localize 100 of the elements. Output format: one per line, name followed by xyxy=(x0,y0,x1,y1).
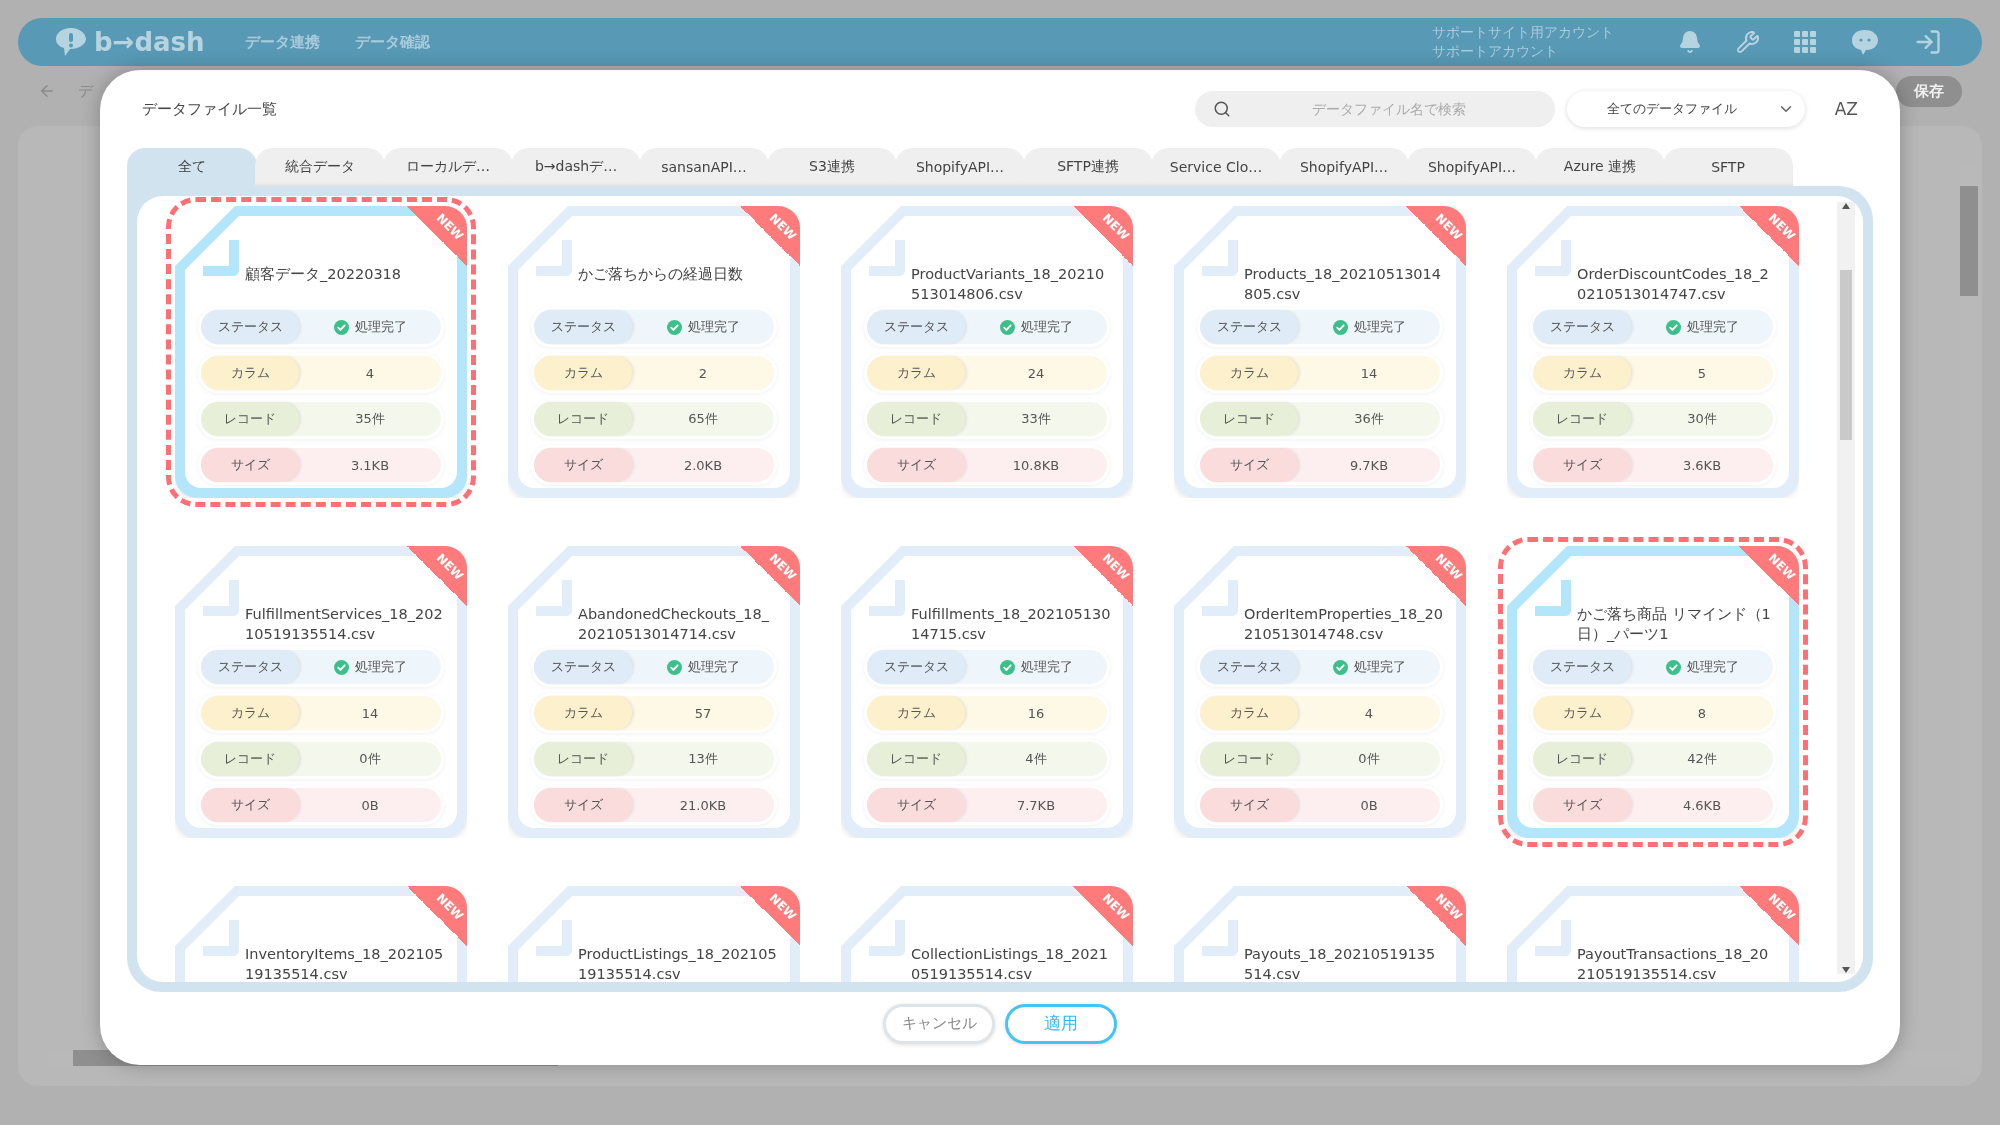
file-name: InventoryItems_18_20210519135514.csv xyxy=(245,945,445,982)
tab[interactable]: SFTP xyxy=(1663,148,1793,186)
account-name: サポートアカウント xyxy=(1432,42,1559,61)
stat-label: カラム xyxy=(867,356,965,390)
stat-value: 処理完了 xyxy=(965,310,1107,344)
stat-label: レコード xyxy=(1200,402,1298,436)
stat-value: 処理完了 xyxy=(299,650,441,684)
stat-value: 処理完了 xyxy=(1298,310,1440,344)
stat-value: 処理完了 xyxy=(632,310,774,344)
stat-label: カラム xyxy=(1200,696,1298,730)
tab[interactable]: S3連携 xyxy=(767,148,897,186)
stat-label: ステータス xyxy=(1533,650,1631,684)
stat-value: 4件 xyxy=(1024,750,1048,768)
stat-label: カラム xyxy=(1533,696,1631,730)
sort-button[interactable]: AZ xyxy=(1834,99,1858,119)
stat-label: レコード xyxy=(867,402,965,436)
stat-value: 0件 xyxy=(1357,750,1381,768)
stat-value: 処理完了 xyxy=(965,650,1107,684)
stat-value: 14 xyxy=(360,704,380,723)
tab[interactable]: sansanAPI… xyxy=(639,148,769,186)
tab[interactable]: Service Clo… xyxy=(1151,148,1281,186)
file-name: Products_18_20210513014805.csv xyxy=(1244,265,1443,304)
stat-label: カラム xyxy=(534,356,632,390)
stat-value: 57 xyxy=(693,704,713,723)
tab[interactable]: 統合データ xyxy=(255,148,385,186)
file-name: Fulfillments_18_20210513014715.csv xyxy=(911,605,1111,644)
stat-value: 0B xyxy=(360,796,380,815)
stat-label: レコード xyxy=(1533,742,1631,776)
stat-label: ステータス xyxy=(867,650,965,684)
stat-label: サイズ xyxy=(1533,788,1631,822)
stat-label: サイズ xyxy=(534,788,632,822)
stat-label: カラム xyxy=(201,696,299,730)
file-name: ProductVariants_18_20210513014806.csv xyxy=(911,265,1106,304)
stat-value: 0件 xyxy=(358,750,382,768)
stat-label: レコード xyxy=(534,742,632,776)
tab[interactable]: ShopifyAPI… xyxy=(895,148,1025,186)
file-name: ProductListings_18_20210519135514.csv xyxy=(578,945,778,982)
search-input[interactable]: データファイル名で検索 xyxy=(1240,100,1537,118)
stat-label: カラム xyxy=(867,696,965,730)
stat-label: サイズ xyxy=(1533,448,1631,482)
tab[interactable]: ShopifyAPI… xyxy=(1407,148,1537,186)
tab[interactable]: Azure 連携 xyxy=(1535,148,1665,186)
stat-value: 2 xyxy=(697,364,709,383)
stat-value: 42件 xyxy=(1686,750,1718,768)
stat-label: レコード xyxy=(534,402,632,436)
stat-value: 処理完了 xyxy=(1298,650,1440,684)
file-name: OrderDiscountCodes_18_20210513014747.csv xyxy=(1577,265,1770,304)
stat-label: カラム xyxy=(1200,356,1298,390)
stat-label: ステータス xyxy=(1533,310,1631,344)
stat-label: サイズ xyxy=(1200,788,1298,822)
file-name: AbandonedCheckouts_18_20210513014714.csv xyxy=(578,605,770,644)
tab[interactable]: SFTP連携 xyxy=(1023,148,1153,186)
stat-value: 3.6KB xyxy=(1681,456,1723,475)
account-name: サポートサイト用アカウント xyxy=(1432,23,1614,42)
stat-label: カラム xyxy=(1533,356,1631,390)
stat-label: ステータス xyxy=(201,650,299,684)
stat-value: 8 xyxy=(1696,704,1708,723)
stat-value: 4 xyxy=(364,364,376,383)
file-name: CollectionListings_18_20210519135514.csv xyxy=(911,945,1109,982)
tab[interactable]: ShopifyAPI… xyxy=(1279,148,1409,186)
stat-label: サイズ xyxy=(1200,448,1298,482)
stat-label: カラム xyxy=(201,356,299,390)
stat-label: ステータス xyxy=(1200,650,1298,684)
stat-label: レコード xyxy=(201,402,299,436)
file-name: Payouts_18_20210519135514.csv xyxy=(1244,945,1437,982)
tab[interactable]: b→dashデ… xyxy=(511,148,641,186)
stat-label: レコード xyxy=(867,742,965,776)
stat-label: レコード xyxy=(201,742,299,776)
stat-value: 処理完了 xyxy=(1631,650,1773,684)
search-field[interactable]: データファイル名で検索 xyxy=(1194,91,1555,127)
stat-value: 処理完了 xyxy=(299,310,441,344)
dialog-title: データファイル一覧 xyxy=(142,99,277,119)
stat-value: 36件 xyxy=(1353,410,1385,428)
stat-value: 4 xyxy=(1363,704,1375,723)
stat-value: 14 xyxy=(1359,364,1379,383)
stat-value: 4.6KB xyxy=(1681,796,1723,815)
stat-label: ステータス xyxy=(867,310,965,344)
file-name: OrderItemProperties_18_20210513014748.csv xyxy=(1244,605,1444,644)
stat-value: 30件 xyxy=(1686,410,1718,428)
file-name: かご落ちからの経過日数 xyxy=(578,265,744,284)
stat-value: 0B xyxy=(1359,796,1379,815)
stat-value: 9.7KB xyxy=(1348,456,1390,475)
stat-value: 13件 xyxy=(687,750,719,768)
stat-value: 33件 xyxy=(1020,410,1052,428)
stat-label: サイズ xyxy=(534,448,632,482)
logo-text: b→dash xyxy=(94,27,205,57)
filter-dropdown[interactable]: 全てのデータファイル xyxy=(1566,91,1805,127)
stat-value: 処理完了 xyxy=(632,650,774,684)
stat-value: 24 xyxy=(1026,364,1046,383)
stat-label: ステータス xyxy=(201,310,299,344)
stat-value: 処理完了 xyxy=(1631,310,1773,344)
file-name: かご落ち商品 リマインド（1日）_パーツ1 xyxy=(1577,605,1772,644)
stat-value: 16 xyxy=(1026,704,1046,723)
cancel-button[interactable]: キャンセル xyxy=(883,1003,995,1044)
tab[interactable]: ローカルデ… xyxy=(383,148,513,186)
stat-label: サイズ xyxy=(867,788,965,822)
stat-label: レコード xyxy=(1200,742,1298,776)
tab[interactable]: 全て xyxy=(127,148,257,186)
stat-label: サイズ xyxy=(201,448,299,482)
file-name: 顧客データ_20220318 xyxy=(245,265,403,284)
